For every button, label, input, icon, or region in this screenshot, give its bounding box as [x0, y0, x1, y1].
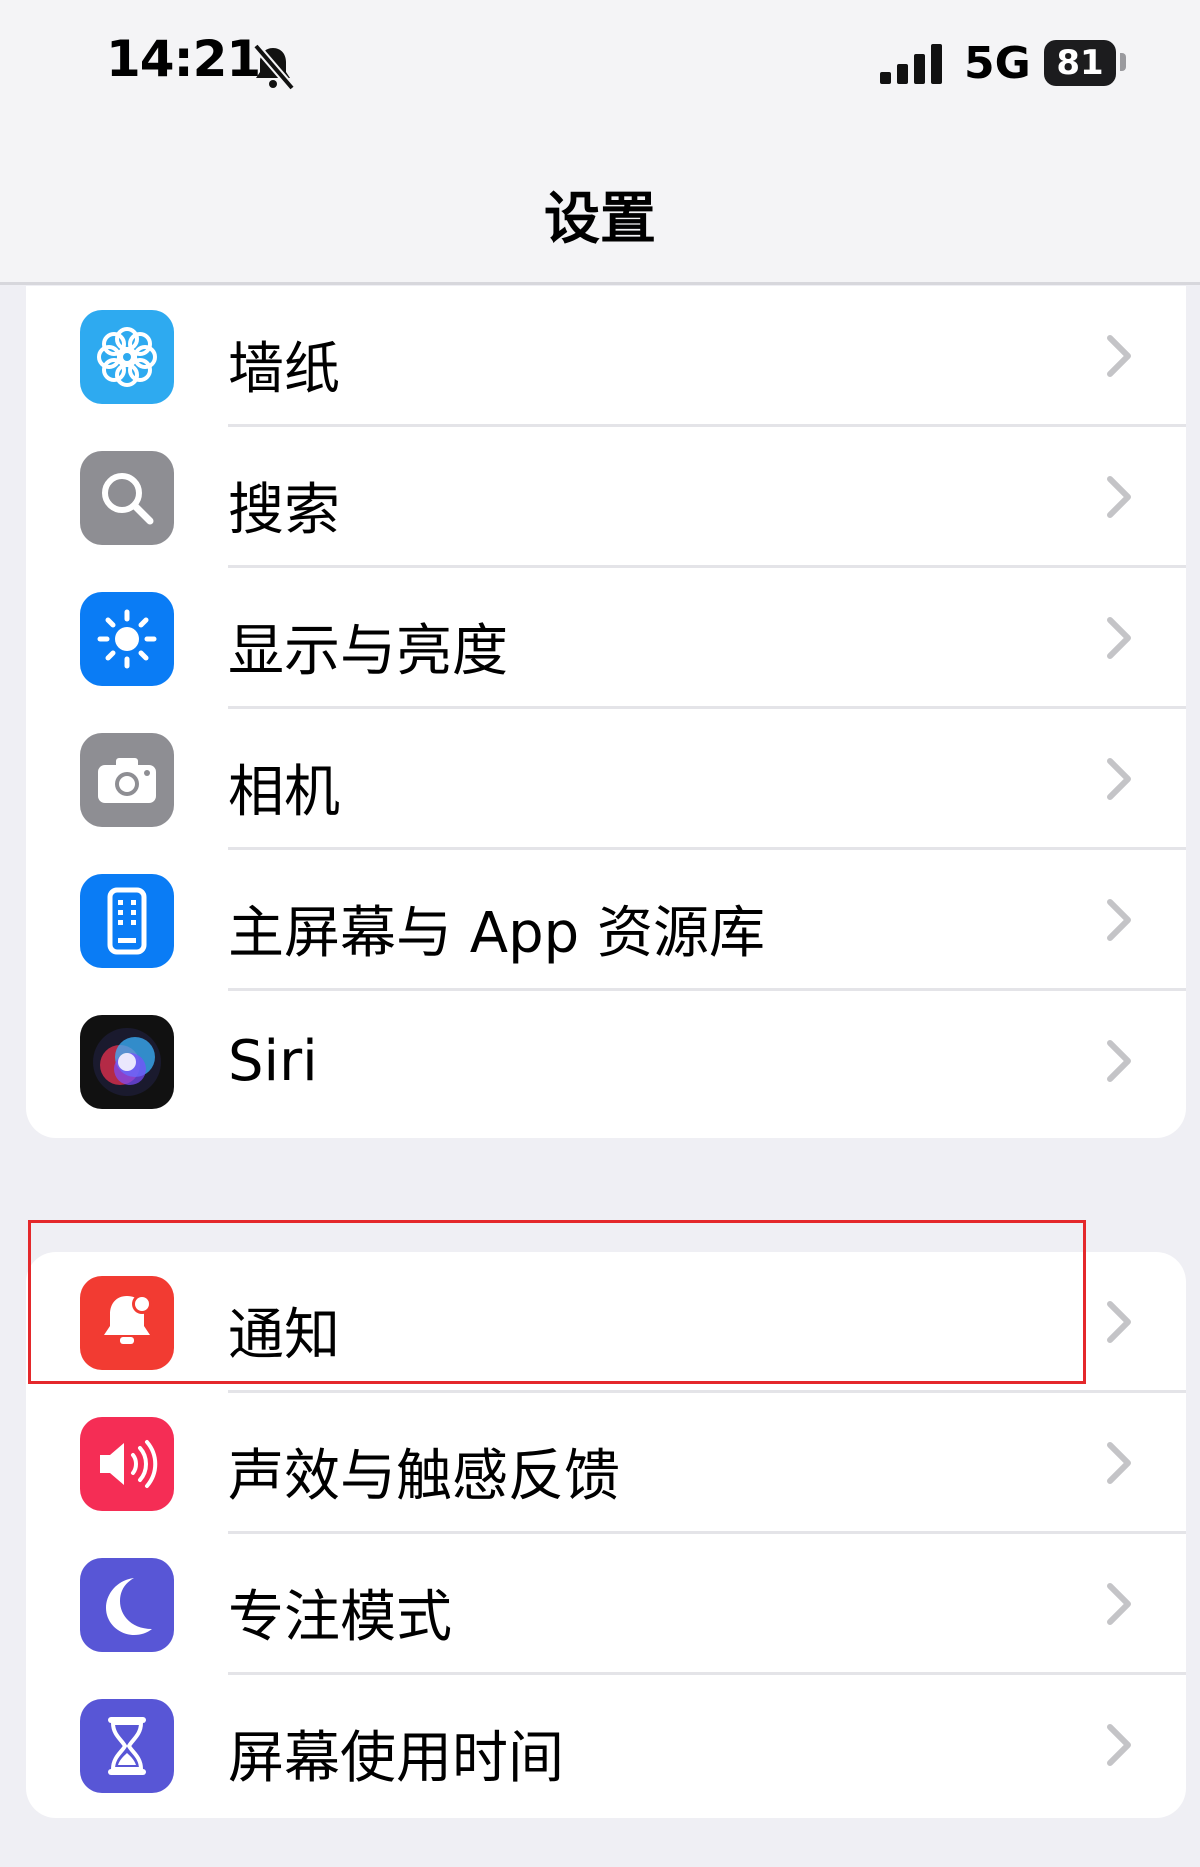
chevron-right-icon	[1107, 899, 1131, 941]
network-type: 5G	[964, 38, 1031, 89]
settings-row-search[interactable]: 搜索	[26, 427, 1186, 568]
chevron-right-icon	[1107, 758, 1131, 800]
status-bar: 14:21 5G 81	[0, 0, 1200, 130]
chevron-right-icon	[1107, 1442, 1131, 1484]
chevron-right-icon	[1107, 335, 1131, 377]
row-label: 搜索	[228, 478, 340, 543]
camera-icon	[80, 733, 174, 827]
row-label: 声效与触感反馈	[228, 1444, 620, 1509]
chevron-right-icon	[1107, 617, 1131, 659]
wallpaper-flower-icon	[80, 310, 174, 404]
chevron-right-icon	[1107, 1040, 1131, 1082]
settings-row-sounds-haptics[interactable]: 声效与触感反馈	[26, 1393, 1186, 1534]
row-label: 屏幕使用时间	[228, 1726, 564, 1791]
row-label: 主屏幕与 App 资源库	[228, 901, 766, 966]
row-label: 相机	[228, 760, 340, 825]
settings-row-screen-time[interactable]: 屏幕使用时间	[26, 1675, 1186, 1816]
brightness-icon	[80, 592, 174, 686]
speaker-icon	[80, 1417, 174, 1511]
battery-indicator: 81	[1044, 40, 1116, 86]
settings-row-wallpaper[interactable]: 墙纸	[26, 286, 1186, 427]
chevron-right-icon	[1107, 1724, 1131, 1766]
settings-row-camera[interactable]: 相机	[26, 709, 1186, 850]
siri-icon	[80, 1015, 174, 1109]
battery-level: 81	[1056, 43, 1104, 83]
battery-cap	[1120, 53, 1126, 71]
moon-icon	[80, 1558, 174, 1652]
settings-row-display-brightness[interactable]: 显示与亮度	[26, 568, 1186, 709]
settings-row-siri[interactable]: Siri	[26, 991, 1186, 1132]
chevron-right-icon	[1107, 1583, 1131, 1625]
page-title: 设置	[544, 187, 656, 252]
navigation-bar: 设置	[0, 130, 1200, 285]
settings-row-home-screen[interactable]: 主屏幕与 App 资源库	[26, 850, 1186, 991]
signal-bars-icon	[880, 44, 942, 84]
chevron-right-icon	[1107, 1301, 1131, 1343]
highlight-box	[28, 1220, 1086, 1384]
status-time: 14:21	[106, 30, 261, 88]
row-label: 墙纸	[228, 337, 340, 402]
hourglass-icon	[80, 1699, 174, 1793]
home-screen-icon	[80, 874, 174, 968]
bell-slash-icon	[252, 43, 296, 91]
chevron-right-icon	[1107, 476, 1131, 518]
search-icon	[80, 451, 174, 545]
settings-group-display: 墙纸 搜索 显示与亮度 相机 主屏幕与 App 资源库 Siri	[26, 286, 1186, 1138]
row-label: Siri	[228, 1029, 318, 1094]
settings-row-focus[interactable]: 专注模式	[26, 1534, 1186, 1675]
row-label: 显示与亮度	[228, 619, 508, 684]
row-label: 专注模式	[228, 1585, 452, 1650]
